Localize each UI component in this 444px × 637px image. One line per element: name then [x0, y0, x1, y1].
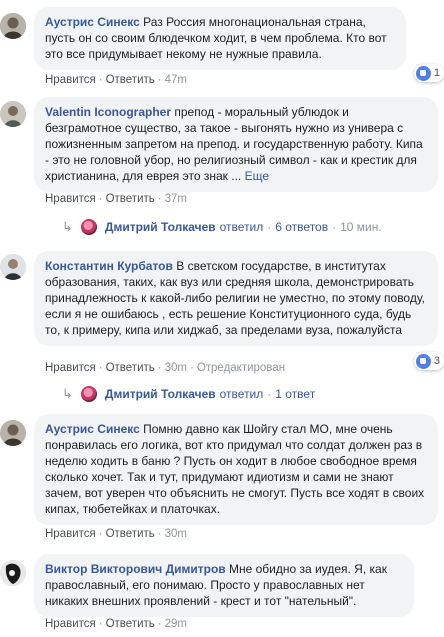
like-button[interactable]: Нравится [45, 362, 96, 374]
timestamp[interactable]: 30m [165, 528, 187, 540]
timestamp[interactable]: 29m [165, 618, 187, 630]
timestamp[interactable]: 37m [165, 193, 187, 205]
reaction-count[interactable]: 1 [413, 64, 444, 82]
comment-author[interactable]: Valentin Iconographer [45, 105, 171, 119]
comment-bubble: Valentin Iconographer препод - моральный… [34, 97, 438, 192]
like-icon [415, 65, 431, 81]
edited-label[interactable]: Отредактирован [197, 362, 285, 374]
reply-arrow-icon: ↳ [62, 219, 73, 234]
timestamp[interactable]: 47m [165, 74, 187, 86]
reply-button[interactable]: Ответить [106, 74, 155, 86]
like-button[interactable]: Нравится [45, 193, 96, 205]
see-more-link[interactable]: Еще [245, 169, 269, 183]
reply-count[interactable]: 1 ответ [275, 387, 315, 401]
reply-button[interactable]: Ответить [106, 528, 155, 540]
comment-actions: Нравится · Ответить · 47m [45, 74, 187, 86]
reply-author-avatar [80, 219, 97, 235]
view-replies-link[interactable]: ↳ Дмитрий Толкачев ответил · 1 ответ [62, 386, 315, 402]
comment-bubble: Аустрис Синекс Раз Россия многонациональ… [34, 7, 406, 70]
avatar[interactable] [0, 560, 26, 586]
avatar[interactable] [0, 254, 26, 280]
avatar[interactable] [0, 101, 26, 127]
comment-author[interactable]: Аустрис Синекс [45, 422, 140, 436]
comment-bubble: Аустрис Синекс Помню давно как Шойгу ста… [34, 414, 438, 525]
comment-author[interactable]: Аустрис Синекс [45, 15, 140, 29]
comment-actions: Нравится · Ответить · 29m [45, 618, 187, 630]
reply-button[interactable]: Ответить [106, 618, 155, 630]
comment-author[interactable]: Константин Курбатов [45, 259, 173, 273]
reply-button[interactable]: Ответить [106, 362, 155, 374]
like-button[interactable]: Нравится [45, 528, 96, 540]
reply-action-label: ответил [219, 387, 264, 401]
reply-count[interactable]: 6 ответов [275, 220, 328, 234]
reply-author-avatar [80, 386, 97, 402]
reply-author-name[interactable]: Дмитрий Толкачев [105, 387, 216, 401]
comment-actions: Нравится · Ответить · 30m · Отредактирован [45, 362, 286, 374]
reply-action-label: ответил [219, 220, 264, 234]
reply-button[interactable]: Ответить [106, 193, 155, 205]
avatar[interactable] [0, 13, 26, 39]
reaction-count[interactable]: 3 [413, 352, 444, 370]
comment-bubble: Виктор Викторович Димитров Мне обидно за… [34, 554, 414, 617]
like-button[interactable]: Нравится [45, 74, 96, 86]
comment-author[interactable]: Виктор Викторович Димитров [45, 562, 226, 576]
comment-actions: Нравится · Ответить · 30m [45, 528, 187, 540]
timestamp[interactable]: 30m [165, 362, 187, 374]
comment-text: Помню давно как Шойгу стал МО, мне очень… [45, 422, 425, 516]
like-icon [415, 353, 431, 369]
like-button[interactable]: Нравится [45, 618, 96, 630]
reply-arrow-icon: ↳ [62, 386, 73, 401]
comment-bubble: Константин Курбатов В светском государст… [34, 251, 438, 346]
comment-actions: Нравится · Ответить · 37m [45, 193, 187, 205]
reply-author-name[interactable]: Дмитрий Толкачев [105, 220, 216, 234]
avatar[interactable] [0, 420, 26, 446]
reply-time: 10 мин. [340, 220, 382, 234]
view-replies-link[interactable]: ↳ Дмитрий Толкачев ответил · 6 ответов ·… [62, 219, 382, 235]
